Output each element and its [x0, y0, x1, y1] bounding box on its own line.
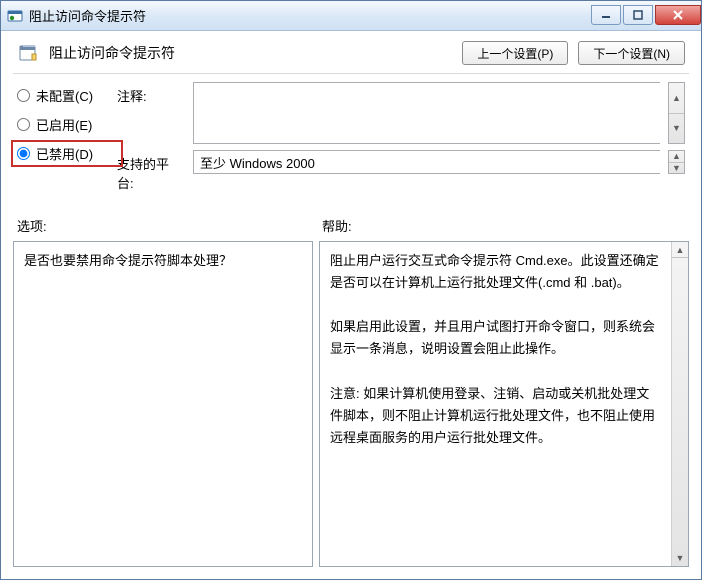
fields-column: 注释: ▲ ▼ 支持的平台: 至少 Windows 2000 ▲ ▼	[117, 82, 685, 192]
options-text: 是否也要禁用命令提示符脚本处理？	[14, 242, 312, 566]
platform-row: 支持的平台: 至少 Windows 2000 ▲ ▼	[117, 150, 685, 192]
radio-enabled[interactable]: 已启用(E)	[17, 115, 117, 134]
radio-disabled[interactable]: 已禁用(D)	[17, 144, 117, 163]
options-heading: 选项:	[17, 216, 322, 235]
header-row: 阻止访问命令提示符 上一个设置(P) 下一个设置(N)	[1, 31, 701, 71]
scroll-track[interactable]	[672, 258, 688, 550]
help-heading: 帮助:	[322, 216, 685, 235]
help-panel: 阻止用户运行交互式命令提示符 Cmd.exe。此设置还确定是否可以在计算机上运行…	[319, 241, 689, 567]
help-text: 阻止用户运行交互式命令提示符 Cmd.exe。此设置还确定是否可以在计算机上运行…	[320, 242, 671, 566]
platform-scrollbar[interactable]: ▲ ▼	[668, 150, 685, 174]
policy-editor-window: 阻止访问命令提示符 阻止访问命令提示符 上一个设置(P) 下一个设置(N)	[0, 0, 702, 580]
platform-value: 至少 Windows 2000	[193, 150, 660, 174]
scroll-down-icon[interactable]: ▼	[672, 550, 688, 566]
window-controls	[591, 6, 701, 25]
scroll-down-icon[interactable]: ▼	[669, 163, 684, 174]
comment-textarea[interactable]	[193, 82, 660, 144]
scroll-up-icon[interactable]: ▲	[672, 242, 688, 258]
app-icon	[7, 8, 23, 24]
comment-label: 注释:	[117, 82, 185, 105]
radio-not-configured-input[interactable]	[17, 89, 30, 102]
scroll-up-icon[interactable]: ▲	[669, 83, 684, 114]
radio-not-configured[interactable]: 未配置(C)	[17, 86, 117, 105]
help-scrollbar[interactable]: ▲ ▼	[671, 242, 688, 566]
state-radio-group: 未配置(C) 已启用(E) 已禁用(D)	[17, 82, 117, 192]
maximize-button[interactable]	[623, 5, 653, 25]
scroll-up-icon[interactable]: ▲	[669, 151, 684, 163]
lower-labels: 选项: 帮助:	[1, 192, 701, 241]
comment-scrollbar[interactable]: ▲ ▼	[668, 82, 685, 144]
window-title: 阻止访问命令提示符	[29, 6, 591, 25]
scroll-down-icon[interactable]: ▼	[669, 114, 684, 144]
config-area: 未配置(C) 已启用(E) 已禁用(D) 注释: ▲ ▼	[1, 74, 701, 192]
radio-not-configured-label: 未配置(C)	[36, 86, 93, 105]
radio-disabled-label: 已禁用(D)	[36, 144, 93, 163]
radio-enabled-input[interactable]	[17, 118, 30, 131]
radio-disabled-input[interactable]	[17, 147, 30, 160]
policy-icon	[17, 41, 41, 65]
next-setting-button[interactable]: 下一个设置(N)	[578, 41, 685, 65]
options-panel: 是否也要禁用命令提示符脚本处理？	[13, 241, 313, 567]
page-title: 阻止访问命令提示符	[49, 43, 452, 63]
close-button[interactable]	[655, 5, 701, 25]
radio-disabled-highlight: 已禁用(D)	[11, 140, 123, 167]
platform-label: 支持的平台:	[117, 150, 185, 192]
panels: 是否也要禁用命令提示符脚本处理？ 阻止用户运行交互式命令提示符 Cmd.exe。…	[1, 241, 701, 579]
previous-setting-button[interactable]: 上一个设置(P)	[462, 41, 568, 65]
radio-enabled-label: 已启用(E)	[36, 115, 92, 134]
comment-row: 注释: ▲ ▼	[117, 82, 685, 144]
titlebar: 阻止访问命令提示符	[1, 1, 701, 31]
minimize-button[interactable]	[591, 5, 621, 25]
